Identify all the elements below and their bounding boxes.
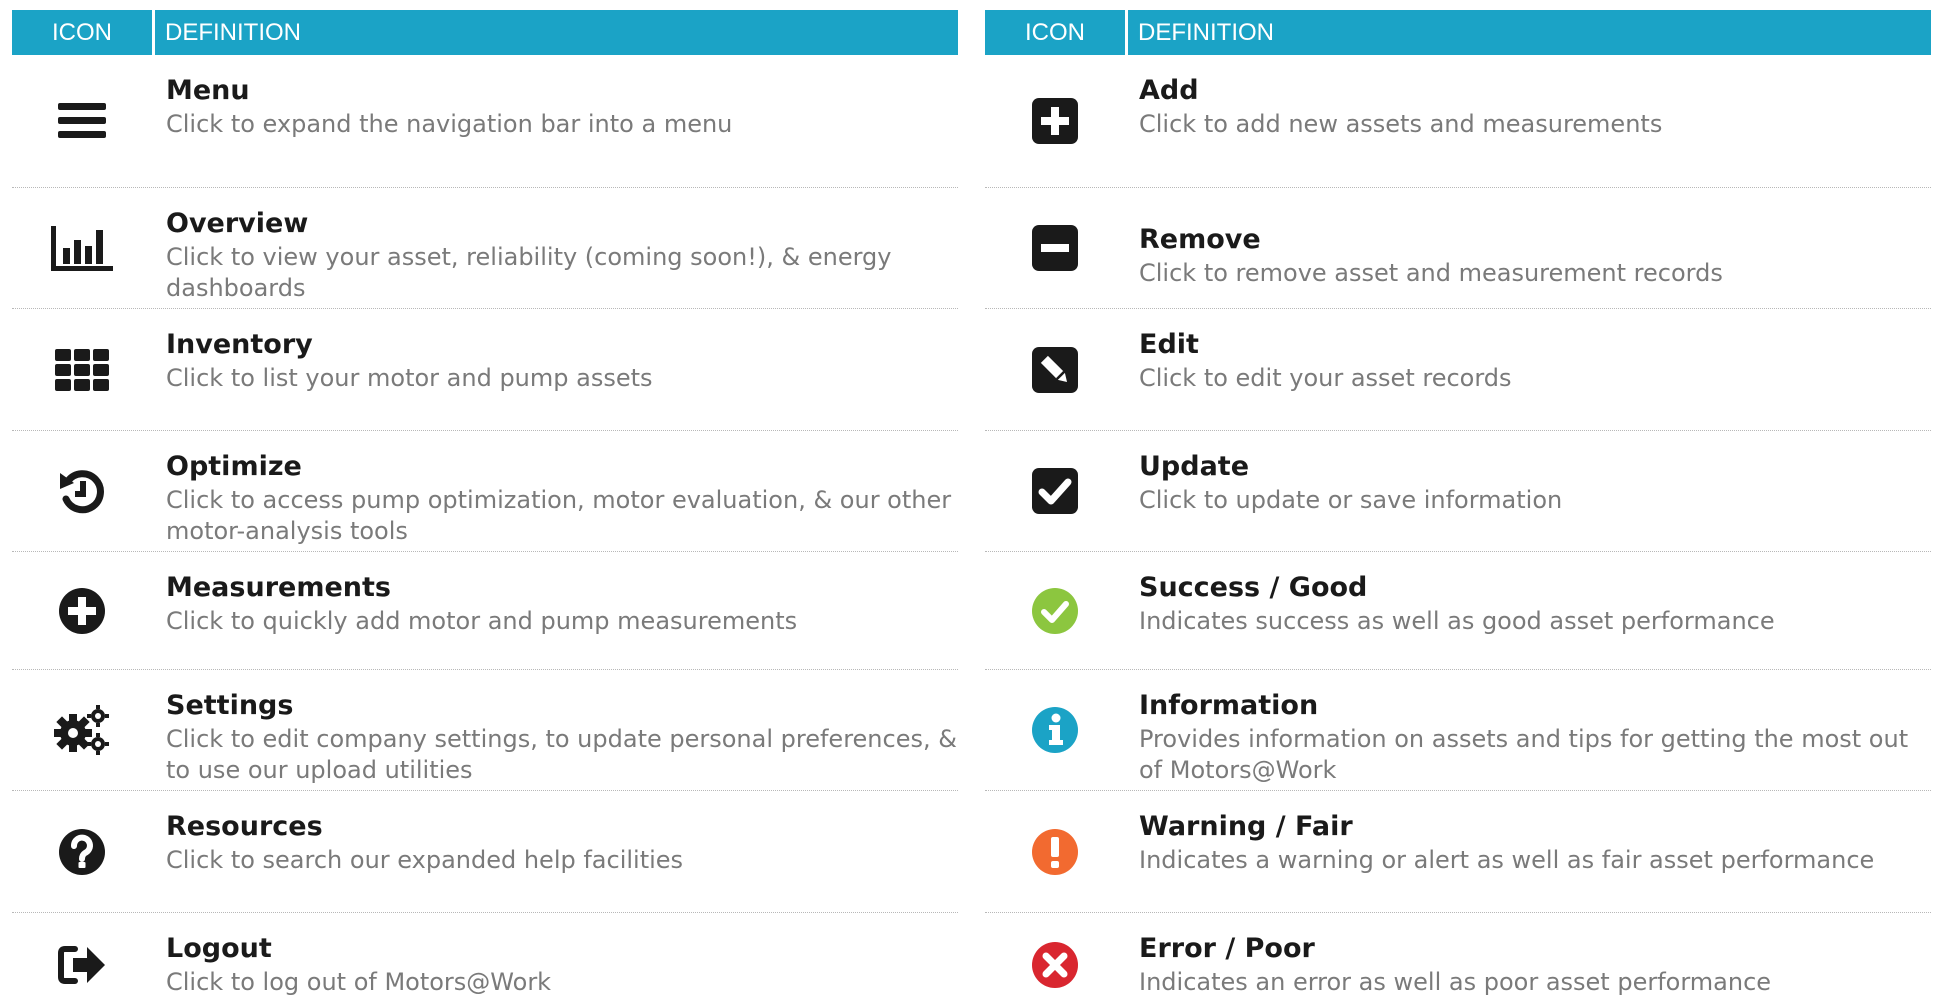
table-row: Edit Click to edit your asset records xyxy=(985,309,1931,431)
row-description: Click to quickly add motor and pump meas… xyxy=(166,607,798,635)
table-row: Inventory Click to list your motor and p… xyxy=(12,309,958,431)
row-description: Click to remove asset and measurement re… xyxy=(1139,259,1723,287)
check-square-icon xyxy=(1032,468,1078,514)
check-circle-icon xyxy=(1032,587,1078,634)
row-description: Click to add new assets and measurements xyxy=(1139,110,1663,138)
plus-circle-icon xyxy=(59,587,105,634)
row-description: Click to log out of Motors@Work xyxy=(166,968,552,996)
table-row: Information Provides information on asse… xyxy=(985,670,1931,791)
row-description: Click to list your motor and pump assets xyxy=(166,364,653,392)
sign-out-icon xyxy=(58,946,105,984)
row-title: Resources xyxy=(166,811,323,842)
row-description: Indicates a warning or alert as well as … xyxy=(1139,846,1875,874)
row-description: Indicates success as well as good asset … xyxy=(1139,607,1775,635)
row-title: Logout xyxy=(166,933,272,964)
row-description: Click to edit company settings, to updat… xyxy=(166,725,957,784)
question-circle-icon xyxy=(59,828,105,875)
row-description: Click to search our expanded help facili… xyxy=(166,846,684,874)
bar-chart-icon xyxy=(51,226,113,271)
icon-column-header: ICON xyxy=(12,10,155,55)
definition-column-header: DEFINITION xyxy=(165,18,301,46)
history-icon xyxy=(60,470,104,514)
minus-square-icon xyxy=(1032,225,1078,271)
definition-column-header: DEFINITION xyxy=(1138,18,1274,46)
row-title: Update xyxy=(1139,451,1250,482)
row-description: Provides information on assets and tips … xyxy=(1139,725,1909,784)
table-row: Measurements Click to quickly add motor … xyxy=(12,552,958,670)
row-title: Optimize xyxy=(166,451,302,482)
times-circle-icon xyxy=(1032,942,1078,988)
info-circle-icon xyxy=(1032,707,1078,753)
row-description: Click to access pump optimization, motor… xyxy=(166,486,952,545)
row-title: Information xyxy=(1139,690,1319,721)
icon-column-header: ICON xyxy=(985,10,1128,55)
row-title: Error / Poor xyxy=(1139,933,1315,964)
row-description: Click to view your asset, reliability (c… xyxy=(166,243,892,302)
table-header: ICON DEFINITION xyxy=(985,10,1931,55)
icon-legend-table-left: ICON DEFINITION Menu Click to expand the… xyxy=(12,10,958,1003)
grid-icon xyxy=(55,348,109,391)
table-row: Success / Good Indicates success as well… xyxy=(985,552,1931,670)
cogs-icon xyxy=(54,705,109,755)
row-title: Inventory xyxy=(166,329,313,360)
row-description: Click to expand the navigation bar into … xyxy=(166,110,733,138)
table-row: Add Click to add new assets and measurem… xyxy=(985,55,1931,188)
table-row: Settings Click to edit company settings,… xyxy=(12,670,958,791)
pencil-square-icon xyxy=(1032,346,1078,393)
row-title: Success / Good xyxy=(1139,572,1368,603)
row-title: Warning / Fair xyxy=(1139,811,1353,842)
exclamation-circle-icon xyxy=(1032,828,1078,875)
table-row: Menu Click to expand the navigation bar … xyxy=(12,55,958,188)
table-row: Update Click to update or save informati… xyxy=(985,431,1931,552)
row-title: Settings xyxy=(166,690,294,721)
row-title: Edit xyxy=(1139,329,1199,360)
row-title: Add xyxy=(1139,75,1199,106)
table-row: Remove Click to remove asset and measure… xyxy=(985,188,1931,309)
table-row: Optimize Click to access pump optimizati… xyxy=(12,431,958,552)
table-row: Overview Click to view your asset, relia… xyxy=(12,188,958,309)
icon-legend-table-right: ICON DEFINITION Add Click to add new ass… xyxy=(985,10,1931,1003)
table-row: Warning / Fair Indicates a warning or al… xyxy=(985,791,1931,913)
row-description: Indicates an error as well as poor asset… xyxy=(1139,968,1772,996)
row-description: Click to update or save information xyxy=(1139,486,1563,514)
table-header: ICON DEFINITION xyxy=(12,10,958,55)
table-row: Resources Click to search our expanded h… xyxy=(12,791,958,913)
menu-icon xyxy=(58,103,106,138)
plus-square-icon xyxy=(1032,98,1078,144)
row-title: Menu xyxy=(166,75,250,106)
row-description: Click to edit your asset records xyxy=(1139,364,1512,392)
row-title: Overview xyxy=(166,208,309,239)
row-title: Measurements xyxy=(166,572,391,603)
row-title: Remove xyxy=(1139,224,1261,255)
